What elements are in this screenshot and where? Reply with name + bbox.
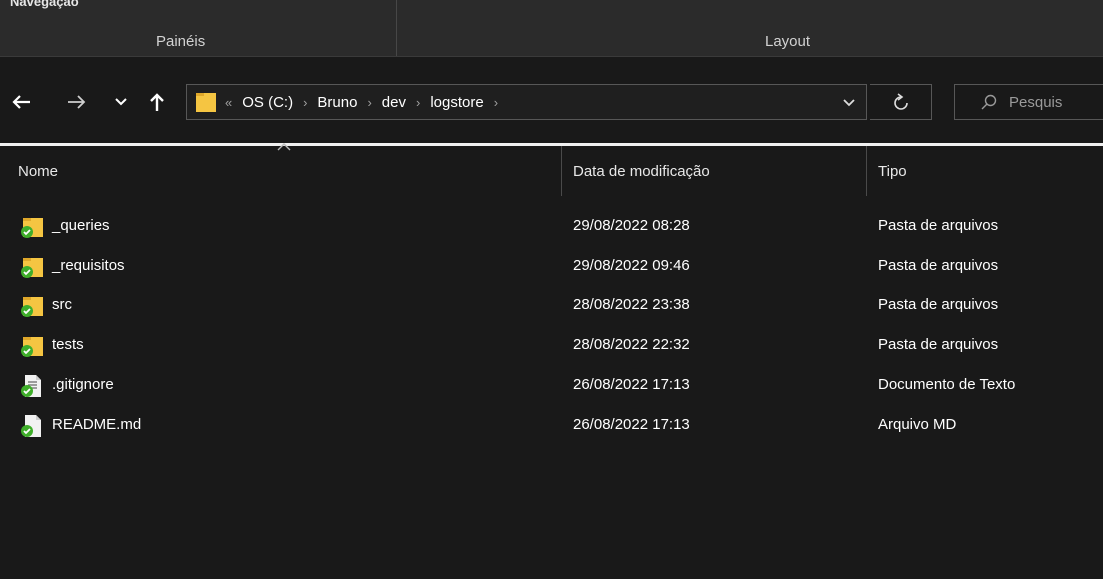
address-history-button[interactable] <box>842 95 856 114</box>
breadcrumb-item-logstore[interactable]: logstore <box>430 94 483 111</box>
ribbon-group-layout: Layout <box>765 33 811 50</box>
file-type: Pasta de arquivos <box>878 257 999 274</box>
table-row[interactable]: .gitignore 26/08/2022 17:13 Documento de… <box>0 365 1103 405</box>
arrow-up-icon <box>150 93 164 111</box>
breadcrumb-item-dev[interactable]: dev <box>382 94 406 111</box>
file-type: Pasta de arquivos <box>878 336 999 353</box>
file-date: 29/08/2022 08:28 <box>573 217 690 234</box>
folder-synced-icon <box>21 297 43 317</box>
column-header-type[interactable]: Tipo <box>878 146 907 196</box>
table-row[interactable]: _queries 29/08/2022 08:28 Pasta de arqui… <box>0 206 1103 246</box>
file-name: .gitignore <box>52 376 114 393</box>
file-date: 26/08/2022 17:13 <box>573 416 690 433</box>
folder-synced-icon <box>21 337 43 357</box>
back-button[interactable] <box>4 84 38 120</box>
column-header-date[interactable]: Data de modificação <box>573 146 710 196</box>
search-icon <box>981 94 997 110</box>
ribbon-divider <box>396 0 397 56</box>
column-header-row: Nome Data de modificação Tipo <box>0 143 1103 196</box>
breadcrumb-item-bruno[interactable]: Bruno <box>317 94 357 111</box>
up-button[interactable] <box>140 84 174 120</box>
ribbon-cut-label: Navegação <box>10 0 79 9</box>
table-row[interactable]: _requisitos 29/08/2022 09:46 Pasta de ar… <box>0 246 1103 286</box>
chevron-down-icon <box>115 98 127 106</box>
table-row[interactable]: tests 28/08/2022 22:32 Pasta de arquivos <box>0 325 1103 365</box>
breadcrumb-separator[interactable]: › <box>367 95 371 110</box>
column-separator[interactable] <box>561 146 562 196</box>
ribbon-group-paineis: Painéis <box>156 33 206 50</box>
address-bar[interactable]: « OS (C:) › Bruno › dev › logstore › <box>186 84 867 120</box>
arrow-left-icon <box>12 95 30 109</box>
folder-icon <box>195 91 217 113</box>
forward-button[interactable] <box>60 84 94 120</box>
file-type: Pasta de arquivos <box>878 296 999 313</box>
folder-synced-icon <box>21 218 43 238</box>
recent-locations-button[interactable] <box>108 84 134 120</box>
table-row[interactable]: README.md 26/08/2022 17:13 Arquivo MD <box>0 405 1103 445</box>
file-date: 28/08/2022 22:32 <box>573 336 690 353</box>
breadcrumb-separator[interactable]: › <box>416 95 420 110</box>
table-row[interactable]: src 28/08/2022 23:38 Pasta de arquivos <box>0 285 1103 325</box>
file-name: README.md <box>52 416 142 433</box>
breadcrumb-separator[interactable]: › <box>303 95 307 110</box>
refresh-icon <box>893 93 908 110</box>
file-name: src <box>52 296 72 313</box>
file-synced-icon <box>21 415 41 437</box>
file-type: Pasta de arquivos <box>878 217 999 234</box>
file-type: Arquivo MD <box>878 416 957 433</box>
breadcrumb-separator[interactable]: › <box>494 95 498 110</box>
file-date: 28/08/2022 23:38 <box>573 296 690 313</box>
file-date: 29/08/2022 09:46 <box>573 257 690 274</box>
arrow-right-icon <box>68 95 86 109</box>
folder-synced-icon <box>21 258 43 278</box>
text-file-synced-icon <box>21 375 41 397</box>
column-separator[interactable] <box>866 146 867 196</box>
sort-ascending-icon <box>277 143 291 151</box>
breadcrumb: « OS (C:) › Bruno › dev › logstore › <box>225 94 508 111</box>
file-name: tests <box>52 336 84 353</box>
breadcrumb-overflow[interactable]: « <box>225 95 232 110</box>
breadcrumb-item-os[interactable]: OS (C:) <box>242 94 293 111</box>
ribbon: Navegação Painéis Layout <box>0 0 1103 56</box>
file-type: Documento de Texto <box>878 376 1016 393</box>
chevron-down-icon <box>843 99 855 107</box>
file-date: 26/08/2022 17:13 <box>573 376 690 393</box>
search-input[interactable]: Pesquis <box>1009 94 1062 111</box>
search-box[interactable]: Pesquis <box>954 84 1103 120</box>
refresh-button[interactable] <box>870 84 932 120</box>
column-header-name[interactable]: Nome <box>18 146 58 196</box>
file-name: _requisitos <box>52 257 125 274</box>
navigation-bar: « OS (C:) › Bruno › dev › logstore › Pes… <box>0 57 1103 143</box>
file-name: _queries <box>52 217 110 234</box>
